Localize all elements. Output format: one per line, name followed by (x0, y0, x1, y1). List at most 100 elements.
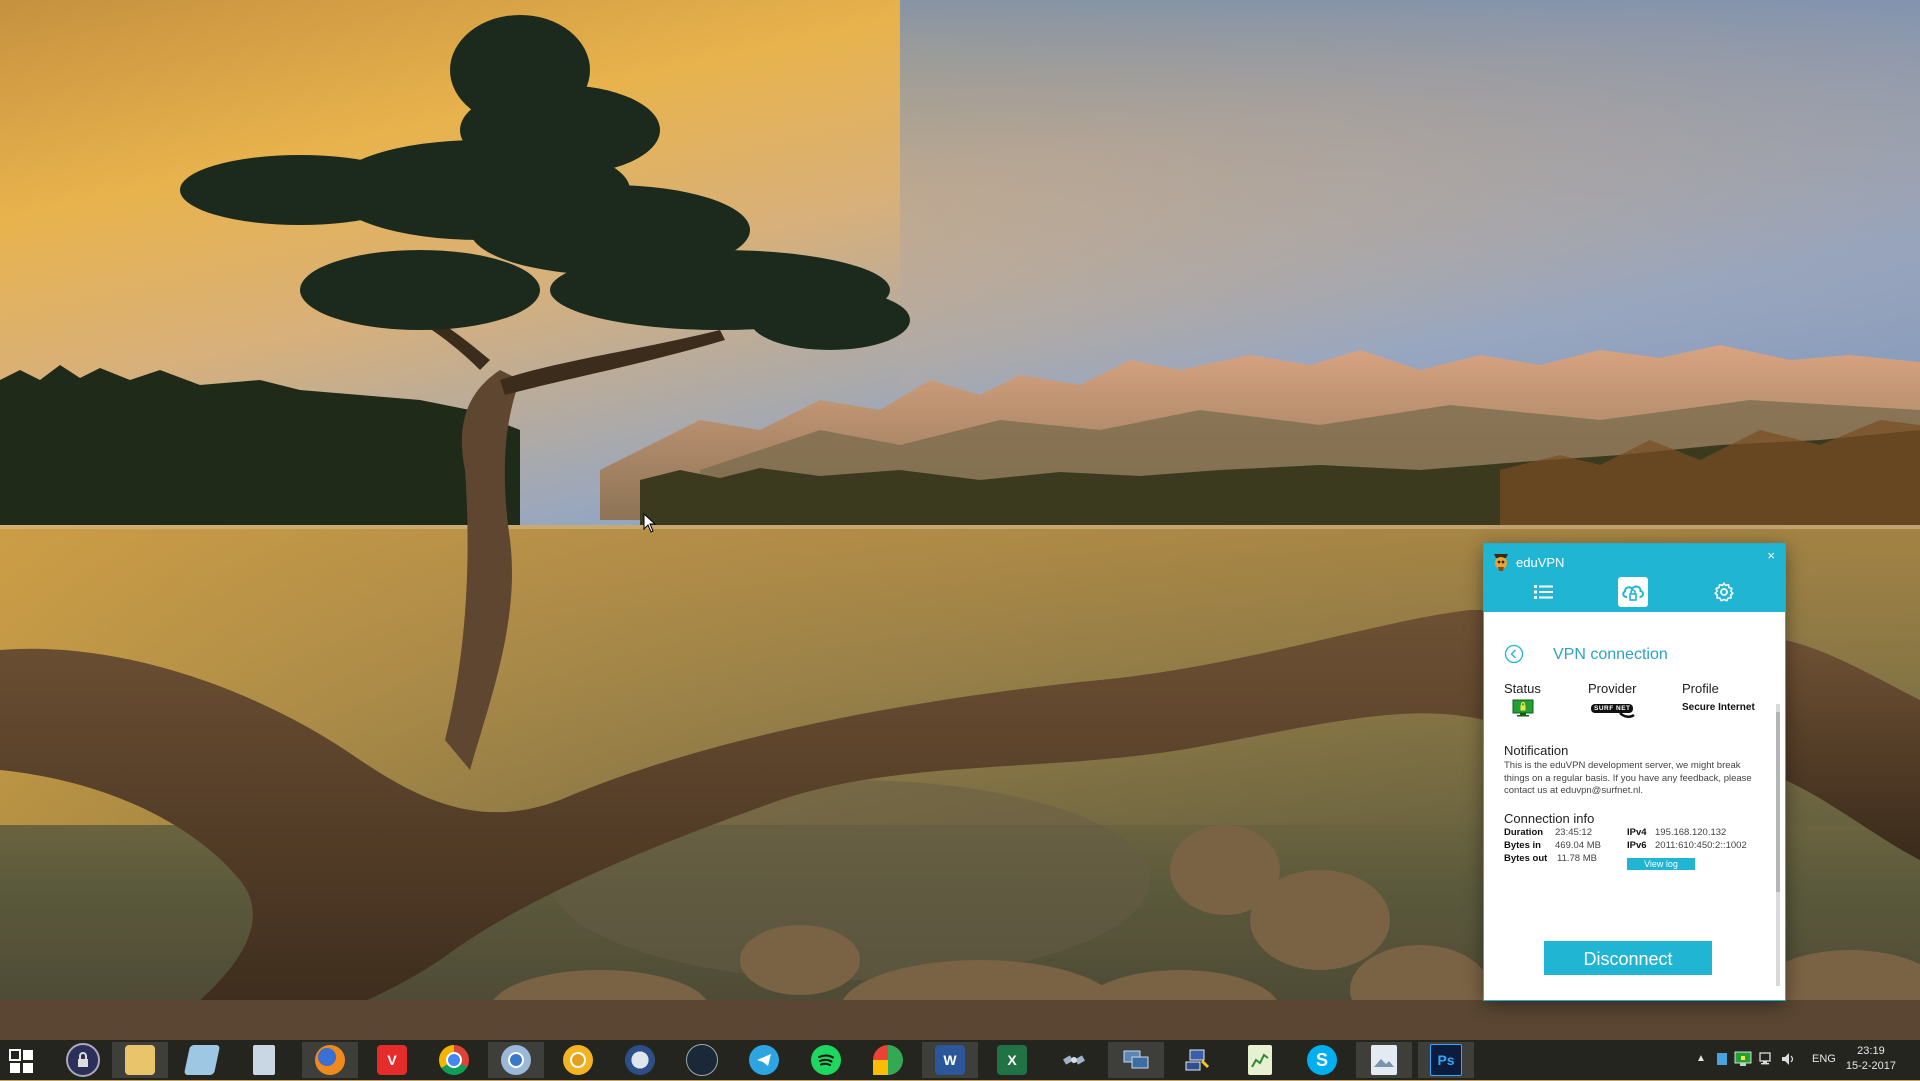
taskbar-app-skype[interactable]: S (1294, 1042, 1350, 1078)
ipv4-value: 195.168.120.132 (1655, 827, 1727, 838)
view-log-button[interactable]: View log (1627, 858, 1695, 870)
folder-icon (125, 1045, 155, 1075)
skype-icon: S (1307, 1045, 1337, 1075)
bytes-out-row: Bytes out 11.78 MB (1504, 853, 1597, 864)
eduvpn-logo-icon (1494, 554, 1508, 571)
taskbar-app-photo-viewer[interactable] (1356, 1042, 1412, 1078)
duration-label: Duration (1504, 827, 1544, 838)
vivaldi-icon: V (377, 1045, 407, 1075)
profile-value: Secure Internet (1682, 702, 1755, 713)
eduvpn-header: eduVPN × (1484, 544, 1785, 612)
taskbar-app-satellite[interactable] (1046, 1042, 1102, 1078)
notification-title: Notification (1504, 743, 1569, 758)
notification-text: This is the eduVPN development server, w… (1504, 760, 1752, 796)
steam-icon (686, 1044, 718, 1076)
remote-desktop-icon (1121, 1045, 1151, 1075)
ipv6-value: 2011:610:450:2::1002 (1655, 840, 1747, 851)
ipv6-label: IPv6 (1627, 840, 1647, 851)
taskbar-app-steam[interactable] (674, 1042, 730, 1078)
taskbar-app-firefox[interactable] (302, 1042, 358, 1078)
ipv4-label: IPv4 (1627, 827, 1647, 838)
gear-icon (1714, 582, 1734, 602)
language-indicator[interactable]: ENG (1812, 1053, 1836, 1069)
show-hidden-icons-icon[interactable]: ▲ (1696, 1053, 1706, 1069)
page-title: VPN connection (1553, 646, 1668, 663)
windows-start-icon (9, 1049, 33, 1073)
taskbar-app-calculator[interactable] (236, 1042, 292, 1078)
photos-icon (1371, 1045, 1397, 1075)
word-icon: W (935, 1045, 965, 1075)
connection-panel: VPN connection Status Provider Profile S… (1484, 612, 1785, 1000)
status-label: Status (1504, 681, 1541, 696)
taskbar-app-spotify[interactable] (798, 1042, 854, 1078)
provider-logo: SURF NET (1590, 701, 1638, 719)
satellite-icon (1059, 1045, 1089, 1075)
nav-bar (1484, 574, 1785, 610)
bytes-in-row: Bytes in 469.04 MB (1504, 840, 1601, 851)
chrome-canary-icon (563, 1045, 593, 1075)
network-icon[interactable] (1758, 1051, 1774, 1067)
maps-icon (873, 1045, 903, 1075)
photoshop-icon: Ps (1430, 1044, 1462, 1076)
taskbar-app-thunderbird[interactable] (612, 1042, 668, 1078)
taskbar: V W X S Ps ▲ ENG 23:19 15-2-2017 (0, 1040, 1920, 1080)
taskbar-app-notepad[interactable] (174, 1042, 230, 1078)
taskbar-app-network-tool[interactable] (1170, 1042, 1226, 1078)
excel-icon: X (997, 1045, 1027, 1075)
ipv4-row: IPv4 195.168.120.132 (1627, 827, 1726, 838)
taskbar-app-word[interactable]: W (922, 1042, 978, 1078)
taskbar-app-chrome-canary[interactable] (550, 1042, 606, 1078)
taskbar-app-telegram[interactable] (736, 1042, 792, 1078)
taskbar-app-vivaldi[interactable]: V (364, 1042, 420, 1078)
taskbar-app-photoshop[interactable]: Ps (1418, 1042, 1474, 1078)
thunderbird-icon (625, 1045, 655, 1075)
volume-icon[interactable] (1780, 1051, 1796, 1067)
taskbar-app-excel[interactable]: X (984, 1042, 1040, 1078)
taskbar-app-chrome-dev[interactable] (488, 1042, 544, 1078)
title-bar: eduVPN (1492, 552, 1564, 572)
list-icon (1534, 585, 1553, 599)
nav-list-button[interactable] (1528, 576, 1560, 608)
status-connected-icon (1512, 699, 1534, 717)
clock-date: 15-2-2017 (1845, 1060, 1896, 1072)
eduvpn-window: eduVPN × VPN connection Status Provider … (1484, 544, 1785, 1000)
chart-icon (1248, 1045, 1272, 1075)
clock-time: 23:19 (1857, 1045, 1885, 1057)
disconnect-button[interactable]: Disconnect (1544, 941, 1712, 975)
nav-settings-button[interactable] (1708, 576, 1740, 608)
calculator-icon (253, 1045, 275, 1075)
taskbar-app-maps[interactable] (860, 1042, 916, 1078)
duration-value: 23:45:12 (1555, 827, 1592, 838)
system-tray: ▲ ENG 23:19 15-2-2017 (1670, 1040, 1920, 1080)
provider-label: Provider (1588, 681, 1637, 696)
back-button[interactable] (1504, 644, 1524, 664)
provider-logo-text: SURF NET (1594, 705, 1631, 712)
network-tool-icon (1183, 1045, 1213, 1075)
duration-row: Duration 23:45:12 (1504, 827, 1592, 838)
telegram-icon (749, 1045, 779, 1075)
tray-app-icon[interactable] (1716, 1051, 1728, 1067)
taskbar-app-keepass[interactable] (55, 1042, 111, 1078)
notepad-icon (183, 1045, 221, 1075)
taskbar-app-task-manager[interactable] (1232, 1042, 1288, 1078)
nav-connection-button[interactable] (1618, 577, 1648, 607)
connection-info-title: Connection info (1504, 811, 1595, 826)
lock-icon (66, 1043, 100, 1077)
back-arrow-icon (1504, 644, 1524, 664)
close-button[interactable]: × (1767, 548, 1775, 563)
taskbar-app-file-explorer[interactable] (112, 1042, 168, 1078)
taskbar-app-chrome[interactable] (426, 1042, 482, 1078)
eduvpn-tray-icon[interactable] (1734, 1051, 1752, 1067)
bytes-in-label: Bytes in (1504, 840, 1541, 851)
cloud-lock-icon (1622, 585, 1644, 601)
bytes-out-value: 11.78 MB (1557, 853, 1597, 864)
firefox-icon (315, 1045, 345, 1075)
chrome-icon (439, 1045, 469, 1075)
scrollbar-thumb[interactable] (1776, 712, 1780, 892)
taskbar-app-remote-desktop[interactable] (1108, 1042, 1164, 1078)
bytes-out-label: Bytes out (1504, 853, 1548, 864)
start-button[interactable] (6, 1046, 38, 1076)
clock[interactable]: 23:19 15-2-2017 (1846, 1044, 1896, 1074)
chrome-dev-icon (501, 1045, 531, 1075)
profile-label: Profile (1682, 681, 1719, 696)
